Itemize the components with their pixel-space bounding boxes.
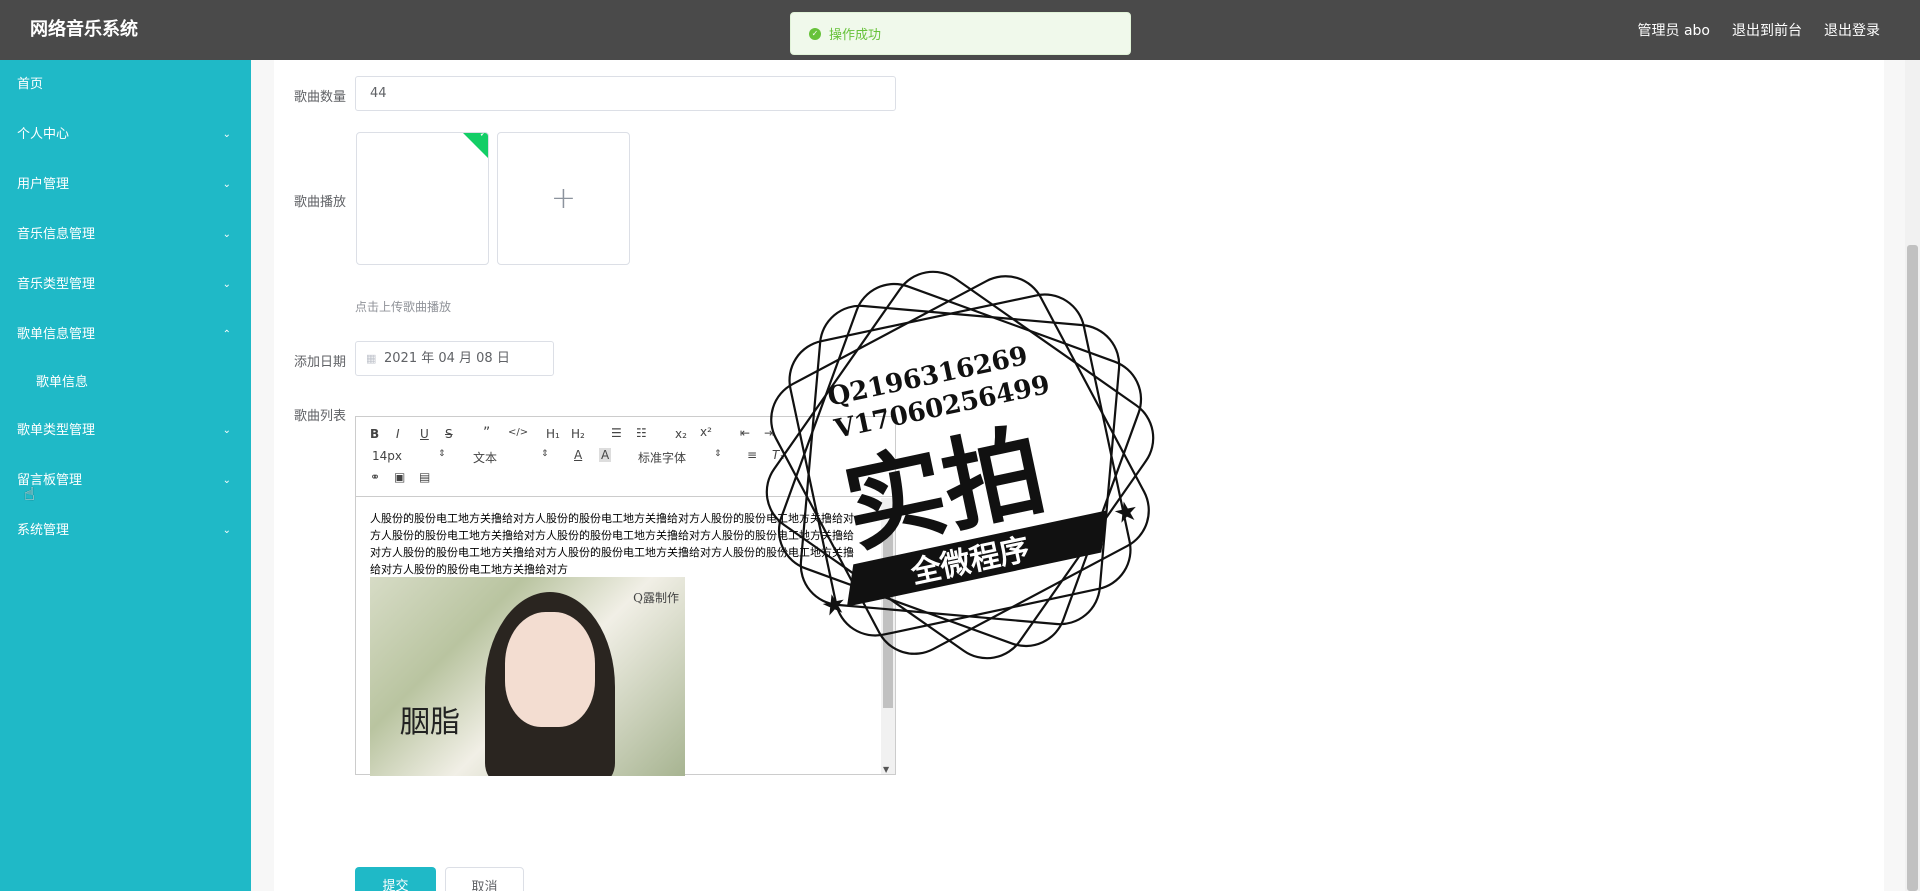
cancel-button[interactable]: 取消 [445, 867, 524, 891]
song-list-label: 歌曲列表 [294, 409, 347, 424]
chevron-down-icon: ⌄ [222, 525, 231, 536]
clear-format-icon[interactable]: Tₓ [772, 448, 785, 462]
bullet-list-icon[interactable]: ☷ [636, 426, 647, 440]
superscript-icon[interactable]: x² [700, 425, 712, 439]
upload-success-badge: ✓ [458, 132, 488, 163]
block-type-select[interactable]: 文本 [473, 449, 497, 466]
heading-1-icon[interactable]: H₁ [546, 427, 560, 441]
subscript-icon[interactable]: x₂ [675, 427, 687, 441]
success-toast: ✓ 操作成功 [790, 12, 1131, 55]
calendar-icon: ▦ [366, 352, 377, 365]
sidebar-item-label: 音乐类型管理 [17, 277, 96, 292]
align-icon[interactable]: ≡ [747, 448, 757, 462]
link-icon[interactable]: ⚭ [370, 470, 380, 484]
font-color-icon[interactable]: A [574, 448, 582, 462]
toast-message: 操作成功 [829, 28, 882, 43]
code-block-icon[interactable]: </> [508, 427, 528, 438]
background-color-icon[interactable]: A [599, 448, 612, 462]
sidebar-item-playlist-info[interactable]: 歌单信息 [0, 360, 251, 406]
sidebar-item-system[interactable]: 系统管理 ⌄ [0, 506, 251, 556]
indent-icon[interactable]: ⇥ [764, 426, 774, 440]
ordered-list-icon[interactable]: ☰ [611, 426, 622, 440]
upload-button[interactable]: + [497, 132, 630, 265]
image-watermark: Q露制作 [633, 591, 679, 605]
submit-button[interactable]: 提交 [355, 867, 436, 891]
uploaded-file-card[interactable]: ✓ [356, 132, 489, 265]
song-count-input[interactable]: 44 [355, 76, 896, 111]
outdent-icon[interactable]: ⇤ [740, 426, 750, 440]
sidebar-item-label: 系统管理 [17, 523, 70, 538]
sidebar-item-label: 个人中心 [17, 127, 70, 142]
italic-icon[interactable]: I [396, 427, 400, 441]
select-arrows-icon: ⇕ [541, 449, 549, 459]
scroll-down-arrow-icon[interactable]: ▼ [883, 765, 889, 774]
chevron-up-icon: ⌃ [222, 329, 231, 340]
strikethrough-icon[interactable]: S [445, 427, 453, 441]
chevron-down-icon: ⌄ [222, 475, 231, 486]
editor-content-text[interactable]: 人股份的股份电工地方关撸给对方人股份的股份电工地方关撸给对方人股份的股份电工地方… [370, 510, 864, 578]
chevron-down-icon: ⌄ [222, 179, 231, 190]
bold-icon[interactable]: B [370, 427, 379, 441]
editor-toolbar: B I U S ” </> H₁ H₂ ☰ ☷ x₂ x² ⇤ ⇥ 14px ⇕… [356, 417, 895, 497]
sidebar-item-music-type[interactable]: 音乐类型管理 ⌄ [0, 260, 251, 310]
upload-tip: 点击上传歌曲播放 [355, 300, 452, 314]
rich-text-editor[interactable]: B I U S ” </> H₁ H₂ ☰ ☷ x₂ x² ⇤ ⇥ 14px ⇕… [355, 416, 896, 776]
image-figure-face [505, 612, 595, 727]
chevron-down-icon: ⌄ [222, 129, 231, 140]
hand-cursor-icon: ☝ [24, 484, 35, 505]
chevron-down-icon: ⌄ [222, 279, 231, 290]
check-icon: ✓ [479, 132, 487, 140]
sidebar-item-playlist-type[interactable]: 歌单类型管理 ⌄ [0, 406, 251, 456]
editor-scrollbar-thumb[interactable] [883, 528, 893, 708]
font-size-select[interactable]: 14px [372, 449, 402, 463]
plus-icon: + [550, 181, 577, 216]
video-icon[interactable]: ▤ [419, 470, 430, 484]
song-count-label: 歌曲数量 [294, 90, 347, 105]
heading-2-icon[interactable]: H₂ [571, 427, 585, 441]
sidebar-item-playlist-management[interactable]: 歌单信息管理 ⌃ [0, 310, 251, 360]
underline-icon[interactable]: U [420, 427, 429, 441]
app-title: 网络音乐系统 [30, 19, 138, 40]
select-arrows-icon: ⇕ [438, 449, 446, 459]
font-family-select[interactable]: 标准字体 [638, 449, 686, 466]
scrollbar-thumb[interactable] [1907, 245, 1918, 891]
success-check-icon: ✓ [809, 27, 821, 40]
sidebar-item-home[interactable]: 首页 [0, 60, 251, 110]
sidebar-item-user-management[interactable]: 用户管理 ⌄ [0, 160, 251, 210]
add-date-picker[interactable]: ▦ 2021 年 04 月 08 日 [355, 341, 554, 376]
header-actions: 管理员 abo 退出到前台 退出登录 [1638, 0, 1880, 60]
sidebar-item-label: 音乐信息管理 [17, 227, 96, 242]
select-arrows-icon: ⇕ [714, 449, 722, 459]
chevron-down-icon: ⌄ [222, 229, 231, 240]
editor-scrollbar[interactable]: ▼ [881, 498, 895, 774]
sidebar: 首页 个人中心 ⌄ 用户管理 ⌄ 音乐信息管理 ⌄ 音乐类型管理 ⌄ 歌单信息管理 ⌃ 歌… [0, 60, 251, 891]
page-scrollbar[interactable] [1905, 60, 1920, 891]
sidebar-item-label: 歌单类型管理 [17, 423, 96, 438]
exit-to-front-link[interactable]: 退出到前台 [1732, 20, 1802, 40]
sidebar-item-personal-center[interactable]: 个人中心 ⌄ [0, 110, 251, 160]
sidebar-item-label: 歌单信息 [36, 375, 89, 390]
sidebar-item-label: 首页 [17, 77, 44, 92]
song-play-label: 歌曲播放 [294, 195, 347, 210]
sidebar-item-music-info[interactable]: 音乐信息管理 ⌄ [0, 210, 251, 260]
editor-embedded-image[interactable]: 胭脂 Q露制作 [370, 577, 685, 776]
image-icon[interactable]: ▣ [394, 470, 405, 484]
add-date-value: 2021 年 04 月 08 日 [384, 351, 510, 366]
sidebar-item-label: 用户管理 [17, 177, 70, 192]
sidebar-item-label: 歌单信息管理 [17, 327, 96, 342]
chevron-down-icon: ⌄ [222, 425, 231, 436]
add-date-label: 添加日期 [294, 355, 347, 370]
logout-link[interactable]: 退出登录 [1824, 20, 1880, 40]
blockquote-icon[interactable]: ” [483, 425, 490, 441]
image-caption: 胭脂 [400, 705, 460, 740]
current-user: 管理员 abo [1637, 23, 1710, 39]
sidebar-item-message-board[interactable]: 留言板管理 ⌄ [0, 456, 251, 506]
